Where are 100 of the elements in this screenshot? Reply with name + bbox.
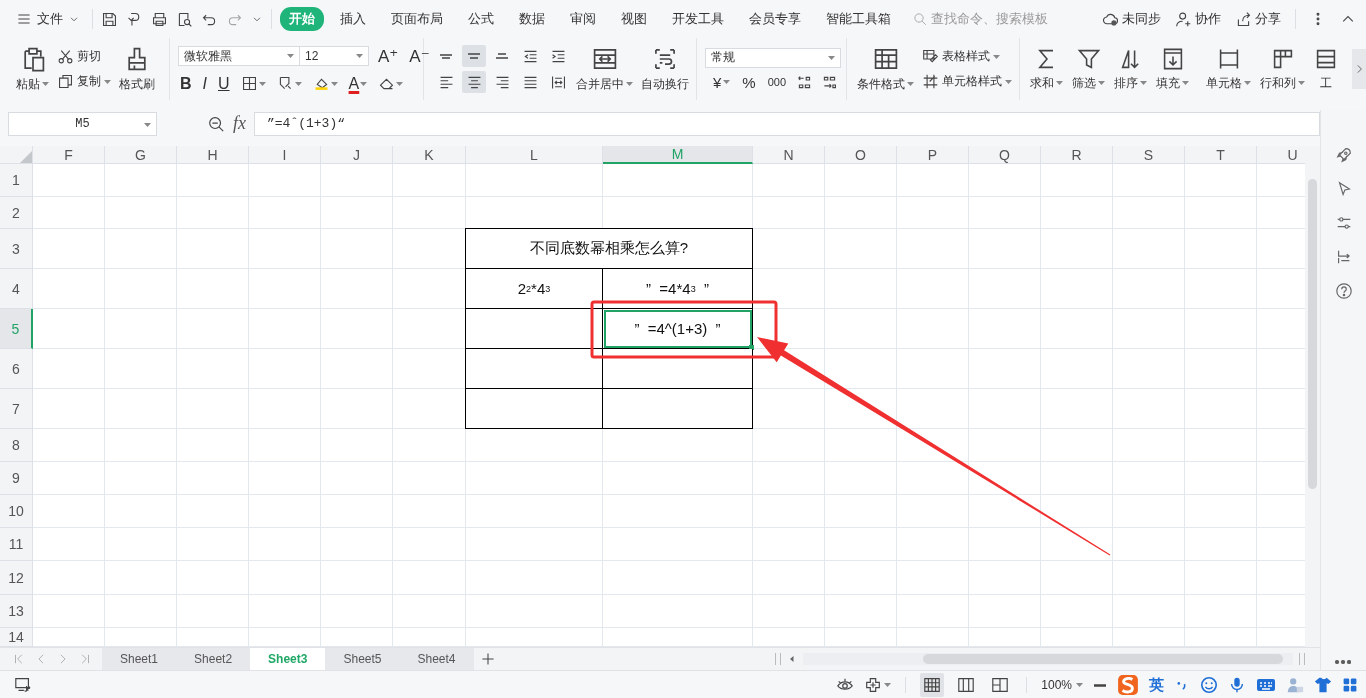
column-header[interactable]: K [393, 146, 466, 164]
table-cell[interactable] [465, 309, 603, 349]
column-header[interactable]: F [33, 146, 105, 164]
print-preview-button[interactable] [176, 10, 193, 28]
cell-style-button[interactable]: 单元格样式 [920, 72, 1014, 91]
sum-button[interactable]: 求和 [1028, 44, 1065, 94]
column-header[interactable]: N [753, 146, 825, 164]
row-header[interactable]: 12 [0, 561, 33, 595]
worksheet-button[interactable]: 工 [1312, 44, 1340, 94]
thousands-button[interactable]: 000 [765, 76, 789, 88]
row-header[interactable]: 10 [0, 495, 33, 528]
column-header[interactable]: L [466, 146, 603, 164]
file-menu[interactable]: 文件 [12, 8, 84, 30]
table-cell[interactable] [465, 389, 603, 429]
column-header[interactable]: O [825, 146, 897, 164]
wrap-text-button[interactable]: 自动换行 [639, 43, 691, 95]
sort-button[interactable]: 排序 [1112, 44, 1149, 94]
column-header[interactable]: U [1257, 146, 1305, 164]
cut-button[interactable]: 剪切 [55, 47, 113, 66]
ribbon-tab[interactable]: 插入 [331, 7, 375, 31]
cell-button[interactable]: 单元格 [1204, 44, 1253, 94]
table-cell[interactable]: 2$^{2}$*4$^{3}$ [465, 269, 603, 309]
ribbon-tab[interactable]: 公式 [459, 7, 503, 31]
sheet-tab[interactable]: Sheet2 [176, 648, 251, 670]
filter-button[interactable]: 筛选 [1070, 44, 1107, 94]
column-header[interactable]: T [1185, 146, 1257, 164]
table-style-button[interactable]: 表格样式 [920, 47, 1014, 66]
row-header[interactable]: 3 [0, 229, 33, 269]
ribbon-tab[interactable]: 审阅 [561, 7, 605, 31]
rows-columns-button[interactable]: 行和列 [1258, 44, 1307, 94]
table-cell[interactable]: ” =4^(1+3) ” [603, 309, 753, 349]
column-header[interactable]: G [105, 146, 177, 164]
share-button[interactable]: 分享 [1235, 10, 1281, 28]
sync-button[interactable]: 未同步 [1102, 10, 1161, 28]
column-header[interactable]: R [1041, 146, 1113, 164]
column-header[interactable]: I [249, 146, 321, 164]
row-header[interactable]: 7 [0, 389, 33, 429]
merge-center-button[interactable]: 合并居中 [574, 43, 635, 95]
font-color-button[interactable]: A [346, 73, 370, 94]
scrollbar-thumb[interactable] [1308, 179, 1317, 489]
focus-button[interactable] [864, 676, 892, 694]
font-family-field[interactable]: 微软雅黑 [178, 46, 300, 66]
copy-button[interactable]: 复制 [55, 72, 113, 91]
scrollbar-thumb[interactable] [923, 654, 1283, 664]
normal-view-button[interactable] [920, 673, 945, 697]
ribbon-tab[interactable]: 页面布局 [382, 7, 452, 31]
bold-button[interactable]: B [178, 73, 194, 94]
number-format-field[interactable]: 常规 [705, 47, 841, 68]
zoom-level[interactable]: 100% [1041, 678, 1083, 692]
zoom-out-button[interactable] [1093, 683, 1107, 687]
save-button[interactable] [101, 10, 118, 28]
help-button[interactable] [1334, 282, 1353, 300]
add-sheet-button[interactable] [479, 651, 496, 667]
zoom-button[interactable] [207, 114, 225, 133]
formula-field[interactable]: ”=4ˆ(1+3)“ [254, 111, 1320, 136]
row-header[interactable]: 14 [0, 628, 33, 647]
row-header[interactable]: 1 [0, 164, 33, 197]
row-header[interactable]: 13 [0, 595, 33, 628]
sheet-tab[interactable]: Sheet1 [102, 648, 177, 670]
ribbon-tab[interactable]: 视图 [612, 7, 656, 31]
table-cell[interactable]: ” =4*4$^{3}$ ” [603, 269, 753, 309]
row-header[interactable]: 9 [0, 462, 33, 495]
font-size-field[interactable]: 12 [299, 46, 369, 66]
ribbon-tab[interactable]: 智能工具箱 [817, 7, 900, 31]
rocket-button[interactable] [1334, 146, 1353, 164]
column-header[interactable]: S [1113, 146, 1185, 164]
format-painter-button[interactable]: 格式刷 [117, 43, 157, 95]
row-header[interactable]: 2 [0, 197, 33, 229]
decrease-font-button[interactable]: A⁻ [407, 44, 432, 68]
currency-button[interactable]: ¥ [711, 73, 733, 91]
fill-down-button[interactable]: 填充 [1154, 44, 1191, 94]
align-middle-button[interactable] [462, 45, 486, 67]
paste-button[interactable]: 粘贴 [14, 43, 51, 95]
row-header[interactable]: 4 [0, 269, 33, 309]
row-header[interactable]: 6 [0, 349, 33, 389]
sheet-tab[interactable]: Sheet4 [399, 648, 474, 670]
ime-language[interactable]: 英 [1149, 675, 1164, 695]
row-header[interactable]: 8 [0, 429, 33, 462]
print-button[interactable] [151, 10, 168, 28]
increase-font-button[interactable]: A⁺ [376, 44, 401, 68]
align-center-button[interactable] [462, 71, 486, 93]
macro-button[interactable] [14, 676, 32, 694]
underline-button[interactable]: U [216, 73, 232, 94]
table-cell[interactable] [603, 389, 753, 429]
more-button[interactable] [1335, 660, 1351, 664]
function-button[interactable]: fx [233, 113, 246, 134]
row-header[interactable]: 11 [0, 528, 33, 561]
table-cell[interactable] [603, 349, 753, 389]
conditional-format-button[interactable]: 条件格式 [855, 43, 916, 95]
ribbon-tab[interactable]: 数据 [510, 7, 554, 31]
column-header[interactable]: P [897, 146, 969, 164]
collaborate-button[interactable]: 协作 [1175, 10, 1221, 28]
ribbon-tab[interactable]: 开发工具 [663, 7, 733, 31]
column-header[interactable]: J [321, 146, 393, 164]
column-header[interactable]: H [177, 146, 249, 164]
sheet-tab[interactable]: Sheet5 [325, 648, 400, 670]
name-box[interactable]: M5 [8, 111, 157, 136]
percent-button[interactable]: % [740, 73, 758, 91]
table-cell[interactable] [465, 349, 603, 389]
italic-button[interactable]: I [200, 73, 209, 94]
